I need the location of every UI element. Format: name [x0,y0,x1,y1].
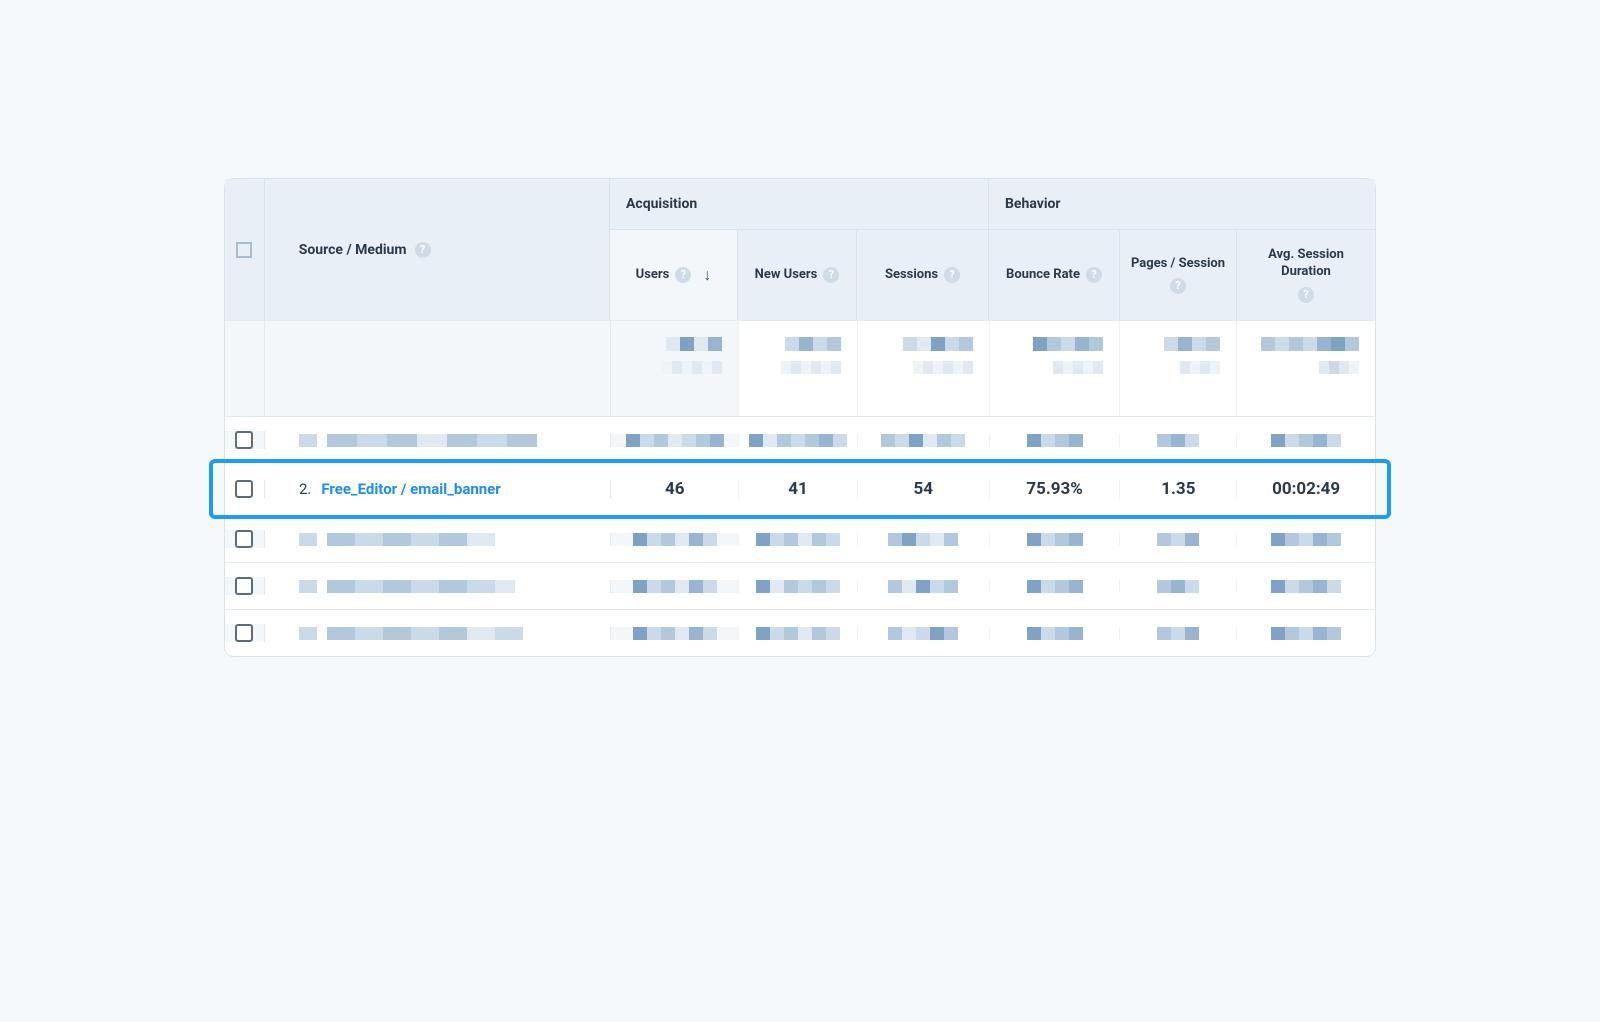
redacted-value [1237,434,1375,447]
redacted-value [1237,580,1375,593]
analytics-table: Source / Medium ? Acquisition Behavior U… [224,178,1376,657]
redacted-value [1120,627,1237,640]
row-checkbox[interactable] [235,577,253,595]
redacted-value [1120,580,1237,593]
redacted-value [858,580,990,593]
redacted-value [858,434,990,447]
cell-sessions: 54 [858,479,990,499]
redacted-value [739,321,858,416]
row-index: 2. [299,480,311,498]
help-icon[interactable]: ? [944,267,960,283]
redacted-value [739,434,858,447]
redacted-value [990,627,1121,640]
header-source-medium[interactable]: Source / Medium ? [265,179,610,320]
select-all-checkbox[interactable] [236,242,252,258]
redacted-value [990,321,1121,416]
table-row [225,609,1375,656]
help-icon[interactable]: ? [675,267,691,283]
table-row [225,416,1375,463]
cell-users: 46 [611,479,739,499]
redacted-value [611,533,739,546]
header-sessions[interactable]: Sessions ? [857,230,989,320]
row-checkbox[interactable] [235,480,253,498]
source-medium-label: Source / Medium [299,242,407,258]
cell-new-users: 41 [739,479,858,499]
redacted-value [611,580,739,593]
group-acquisition: Acquisition [610,179,989,230]
table-row [225,515,1375,562]
redacted-value [858,533,990,546]
header-checkbox-cell [225,179,265,320]
row-checkbox[interactable] [235,530,253,548]
redacted-source [265,627,611,640]
row-checkbox[interactable] [235,431,253,449]
redacted-source [265,533,611,546]
table-header: Source / Medium ? Acquisition Behavior U… [225,179,1375,320]
cell-bounce-rate: 75.93% [990,479,1121,499]
redacted-value [1120,533,1237,546]
cell-pages-session: 1.35 [1120,479,1237,499]
redacted-value [858,627,990,640]
help-icon[interactable]: ? [415,242,431,258]
redacted-value [1237,533,1375,546]
redacted-value [739,533,858,546]
table-row-highlighted: 2. Free_Editor / email_banner 46 41 54 7… [225,463,1375,515]
help-icon[interactable]: ? [823,267,839,283]
help-icon[interactable]: ? [1298,287,1314,303]
header-pages-session[interactable]: Pages / Session ? [1120,230,1237,320]
redacted-value [1237,627,1375,640]
header-bounce-rate[interactable]: Bounce Rate ? [989,230,1120,320]
redacted-value [1120,321,1237,416]
redacted-value [611,321,739,416]
redacted-value [990,533,1121,546]
table-row [225,562,1375,609]
source-medium-link[interactable]: Free_Editor / email_banner [321,480,500,498]
help-icon[interactable]: ? [1086,267,1102,283]
redacted-source [265,434,611,447]
row-checkbox[interactable] [235,624,253,642]
redacted-value [739,580,858,593]
group-behavior: Behavior [989,179,1375,230]
redacted-value [611,627,739,640]
header-new-users[interactable]: New Users ? [738,230,857,320]
redacted-value [1120,434,1237,447]
header-avg-session-duration[interactable]: Avg. Session Duration ? [1237,230,1375,320]
redacted-value [739,627,858,640]
header-users[interactable]: Users ? ↓ [610,230,738,320]
summary-row [225,320,1375,416]
sort-desc-icon: ↓ [703,265,711,286]
redacted-value [990,434,1121,447]
help-icon[interactable]: ? [1170,278,1186,294]
redacted-source [265,580,611,593]
redacted-value [611,434,739,447]
redacted-value [858,321,990,416]
redacted-value [1237,321,1375,416]
cell-avg-session-duration: 00:02:49 [1237,479,1375,499]
redacted-value [990,580,1121,593]
